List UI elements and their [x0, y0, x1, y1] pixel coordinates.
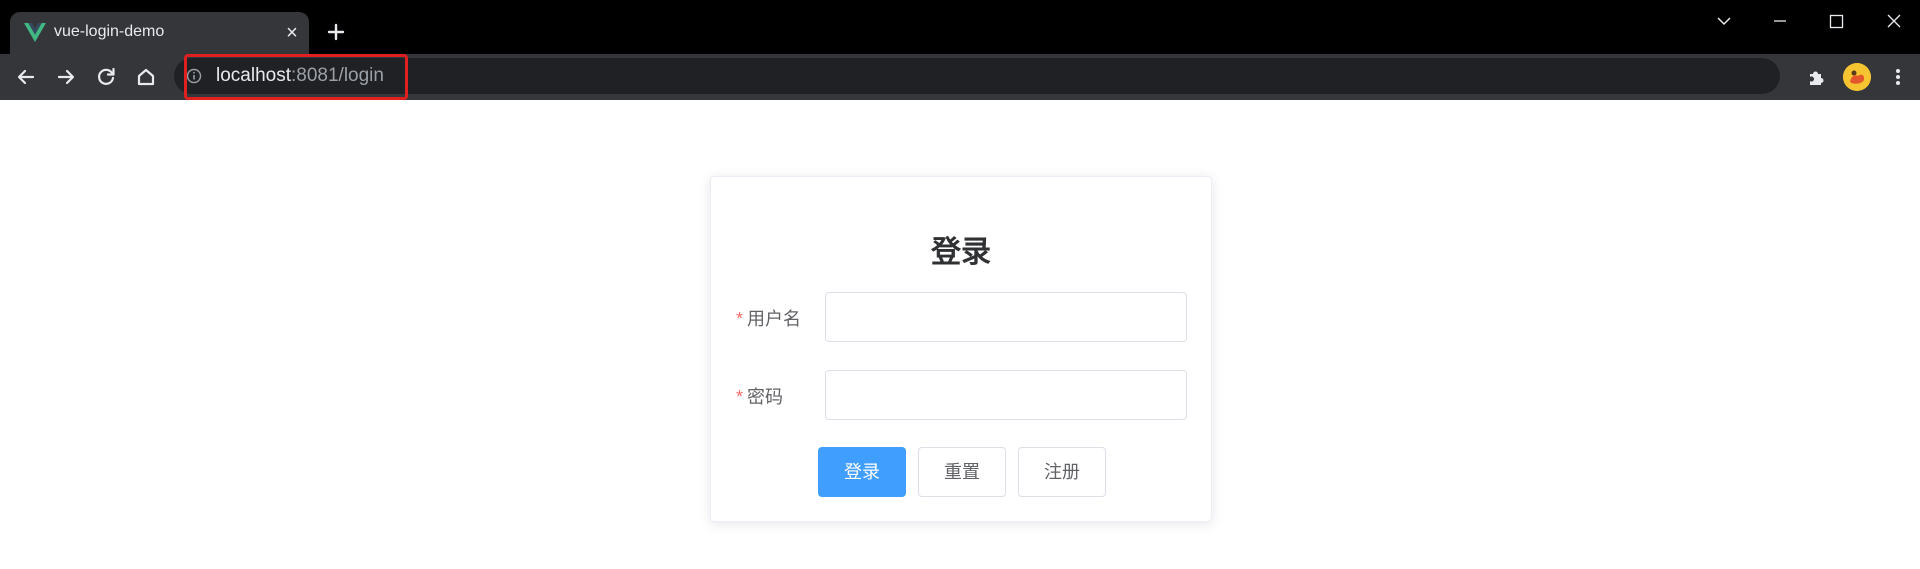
username-input[interactable] — [825, 292, 1187, 342]
password-input[interactable] — [825, 370, 1187, 420]
register-button[interactable]: 注册 — [1018, 447, 1106, 497]
vue-logo-icon — [24, 23, 46, 42]
url-highlight-box — [184, 54, 408, 100]
back-icon — [17, 69, 35, 85]
password-label: * 密码 — [736, 383, 783, 409]
plus-icon[interactable] — [322, 18, 350, 46]
login-title: 登录 — [931, 236, 991, 269]
required-mark: * — [736, 309, 744, 329]
profile-icon — [1843, 63, 1871, 91]
address-bar[interactable] — [174, 58, 1780, 94]
chevron-down-icon[interactable] — [1704, 8, 1744, 34]
home-button[interactable] — [132, 63, 160, 91]
reload-icon — [98, 67, 115, 85]
username-label: * 用户名 — [736, 305, 801, 331]
username-label-text: 用户名 — [747, 309, 802, 329]
reload-button[interactable] — [92, 63, 120, 91]
maximize-icon[interactable] — [1816, 8, 1856, 34]
extensions-icon — [1810, 71, 1824, 85]
login-button[interactable]: 登录 — [818, 447, 906, 497]
back-button[interactable] — [12, 63, 40, 91]
browser-tab[interactable]: vue-login-demo × — [10, 12, 309, 54]
extensions-button[interactable] — [1802, 63, 1830, 91]
browser-titlebar: vue-login-demo × — [0, 0, 1920, 54]
menu-icon — [1896, 69, 1900, 85]
close-icon[interactable]: × — [282, 23, 302, 43]
forward-button[interactable] — [52, 63, 80, 91]
forward-icon — [57, 69, 75, 85]
window-close-icon[interactable] — [1874, 8, 1914, 34]
password-label-text: 密码 — [747, 387, 784, 407]
menu-button[interactable] — [1884, 63, 1912, 91]
login-card: 登录 * 用户名 * 密码 登录 重置 注册 — [710, 176, 1212, 522]
minimize-icon[interactable] — [1760, 8, 1800, 34]
home-icon — [137, 68, 155, 86]
tab-title: vue-login-demo — [54, 23, 165, 40]
required-mark: * — [736, 387, 744, 407]
reset-button[interactable]: 重置 — [918, 447, 1006, 497]
avatar[interactable] — [1843, 63, 1871, 91]
